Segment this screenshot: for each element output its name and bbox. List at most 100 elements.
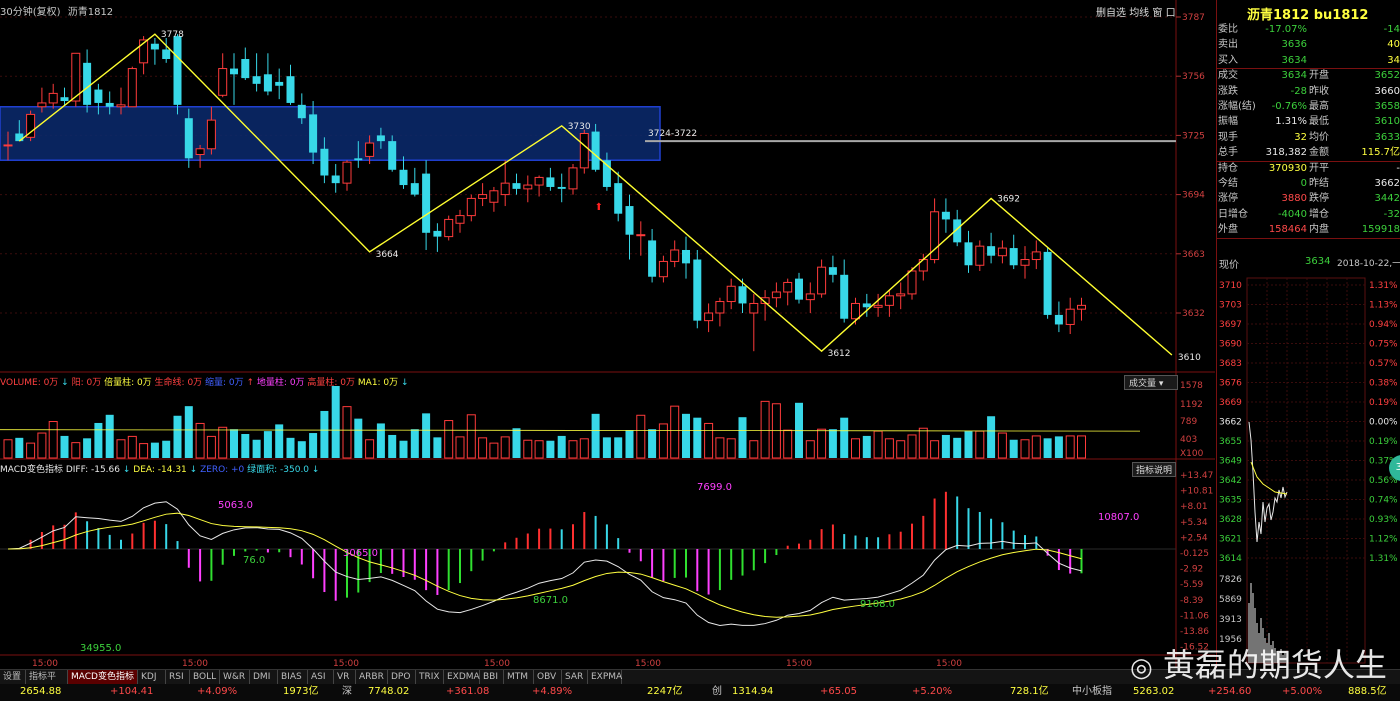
volume-bar (941, 434, 950, 458)
status-item: +4.89% (532, 686, 573, 697)
volume-bar (275, 424, 284, 458)
trade-date: 2018-10-22,一 (1337, 259, 1400, 269)
kline-chart-area[interactable]: 3787 3756 3725 3694 3663 3632 ⬆ 3778 3664 3730 361… (0, 0, 1215, 669)
volume-bar (614, 437, 623, 458)
chart-canvas[interactable]: 3787 3756 3725 3694 3663 3632 ⬆ 3778 3664 3730 361… (0, 0, 1215, 669)
period-label[interactable]: 30分钟(复权) (0, 7, 61, 18)
status-item: +104.41 (110, 686, 154, 697)
indicator-tab[interactable]: BIAS (278, 670, 308, 684)
candle-body (1020, 259, 1030, 266)
indicator-tab[interactable]: BOLL (190, 670, 220, 684)
quote-label: 总手 (1218, 147, 1238, 159)
indicator-tab[interactable]: RSI (166, 670, 190, 684)
quote-label: 最低 (1309, 116, 1329, 128)
candle-body (286, 76, 295, 103)
mini-pct-label: 0.19% (1369, 398, 1398, 408)
swing-label: 3730 (568, 122, 591, 132)
volume-bar (715, 437, 725, 459)
indicator-tab[interactable]: EXDMA (444, 670, 480, 684)
volume-bar (523, 439, 533, 459)
macd-area-label: 10807.0 (1098, 512, 1139, 523)
mini-price-label: 3628 (1219, 515, 1242, 525)
intraday-mini-chart[interactable]: 3710 3703 3697 3690 3683 3676 3669 3662 3655 3649… (1217, 272, 1400, 668)
quote-row: 外盘 158464 内盘 159918 (1217, 222, 1400, 237)
candle-body (150, 43, 159, 50)
indicator-tab[interactable]: ASI (308, 670, 334, 684)
candle-body (614, 183, 623, 214)
status-item: +254.60 (1208, 686, 1252, 697)
mini-pct-label: 0.93% (1369, 515, 1398, 525)
indicator-tab[interactable]: 指标平台 (26, 670, 68, 696)
volume-bar (3, 439, 13, 459)
candle-body (1054, 314, 1063, 325)
indicator-help-button[interactable]: 指标说明 (1132, 462, 1177, 477)
volume-bar (648, 429, 657, 458)
candle-body (297, 104, 306, 119)
macd-area-label: 8671.0 (533, 595, 568, 606)
status-item: 创 (712, 686, 722, 697)
macd-axis-label: +8.01 (1180, 502, 1208, 512)
candle-body (478, 194, 488, 199)
now-price-label: 现价 (1219, 260, 1239, 271)
quote-value: 1.31% (1275, 116, 1307, 128)
indicator-tab[interactable]: W&R (220, 670, 250, 684)
indicator-tab[interactable]: 设置 (0, 670, 26, 684)
swing-label: 3692 (997, 194, 1020, 204)
indicator-tab[interactable]: KDJ (138, 670, 166, 684)
quote-row: 涨跌 -28 昨收 3660 (1217, 84, 1400, 99)
candle-body (15, 133, 24, 142)
quote-value: 3636 (1281, 39, 1307, 51)
volume-bar (365, 439, 375, 459)
mini-price-label: 3683 (1219, 359, 1242, 369)
price-axis-label: 3756 (1182, 72, 1205, 82)
indicator-tab[interactable]: DPO (388, 670, 416, 684)
candle-body (817, 266, 827, 295)
price-axis-label: 3694 (1182, 191, 1205, 201)
price-axis-label: 3725 (1182, 131, 1205, 141)
quote-row: 买入 3634 34 (1217, 53, 1400, 68)
indicator-tab[interactable]: OBV (534, 670, 562, 684)
quote-label: 昨收 (1309, 85, 1329, 97)
status-item: 中小板指 (1072, 686, 1112, 697)
volume-dropdown[interactable]: 成交量 ▾ (1124, 375, 1178, 390)
mini-price-label: 3621 (1219, 535, 1242, 545)
mouth-button[interactable]: 口 (1166, 8, 1176, 19)
volume-axis-label: 789 (1180, 417, 1197, 427)
candle-body (568, 167, 578, 190)
volume-bar (591, 413, 600, 458)
indicator-tab[interactable]: MTM (504, 670, 534, 684)
macd-legend-item: DEA: -14.31 (133, 465, 190, 475)
candle-body (715, 301, 725, 314)
volume-bar (71, 442, 81, 459)
mini-price-label: 3662 (1219, 418, 1242, 428)
volume-bar (1020, 439, 1030, 459)
remove-favorite-button[interactable]: 删自选 (1096, 8, 1126, 19)
volume-legend: VOLUME: 0万 ↓ 阳: 0万 倍量柱: 0万 生命线: 0万 缩量: 0… (0, 375, 409, 388)
window-button[interactable]: 窗 (1152, 8, 1162, 19)
candle-body (591, 131, 600, 170)
indicator-tab[interactable]: BBI (480, 670, 504, 684)
volume-axis-label: 403 (1180, 435, 1197, 445)
indicator-tab[interactable]: DMI (250, 670, 278, 684)
mini-pct-label: 0.00% (1369, 418, 1398, 428)
time-axis-label: 15:00 (635, 659, 661, 668)
macd-axis-label: +2.54 (1180, 533, 1208, 543)
volume-bar (1054, 436, 1063, 458)
candle-body (162, 49, 171, 60)
indicator-tab[interactable]: VR (334, 670, 356, 684)
volume-bar (862, 435, 871, 458)
candle-body (500, 182, 510, 196)
indicator-tab[interactable]: MACD变色指标 (68, 670, 138, 684)
indicator-tab[interactable]: TRIX (416, 670, 444, 684)
volume-bar (975, 430, 985, 459)
quote-label: 买入 (1218, 54, 1238, 66)
indicator-tab[interactable]: ARBR (356, 670, 388, 684)
ma-button[interactable]: 均线 (1129, 8, 1149, 19)
candle-body (997, 247, 1007, 257)
volume-bar (840, 417, 849, 458)
indicator-tab[interactable]: SAR (562, 670, 588, 684)
indicator-tab[interactable]: EXPMA (588, 670, 622, 684)
volume-bar (83, 438, 92, 458)
watermark: ◎ 黄磊的期货人生 (1130, 640, 1387, 686)
quote-label: 日增仓 (1218, 208, 1248, 220)
